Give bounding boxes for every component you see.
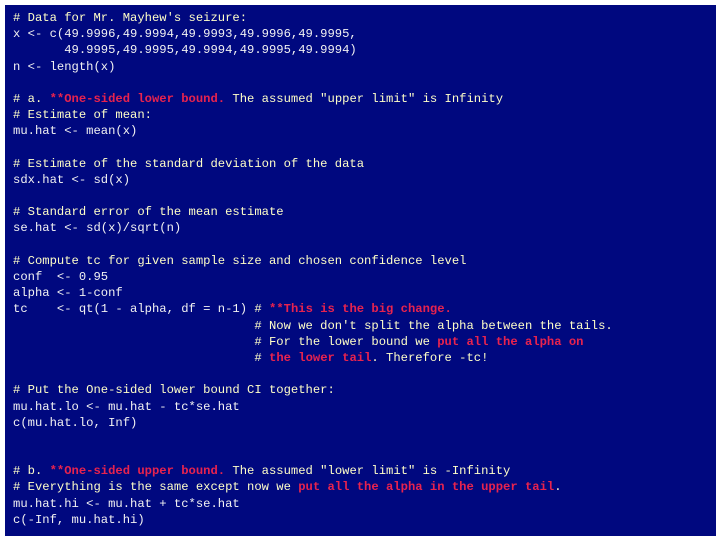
comment-text: The assumed "lower limit" is -Infinity [225,464,511,479]
comment-text: # [254,350,269,365]
code-line: # For the lower bound we put all the alp… [13,334,613,350]
code-line: # b. **One-sided upper bound. The assume… [13,463,613,479]
code-line: mu.hat <- mean(x) [13,123,613,139]
code-line: c(mu.hat.lo, Inf) [13,415,613,431]
comment-text: # a. [13,91,50,106]
code-text: alpha <- 1-conf [13,286,123,301]
comment-text: # Data for Mr. Mayhew's seizure: [13,11,248,25]
code-text: c(-Inf, mu.hat.hi) [13,512,145,527]
code-text: x <- c(49.9996,49.9994,49.9993,49.9996,4… [13,27,357,42]
code-text: mu.hat <- mean(x) [13,124,138,139]
r-code-block: # Data for Mr. Mayhew's seizure: x <- c(4… [13,10,613,528]
code-text: tc <- qt(1 - alpha, df = n-1) [13,302,255,317]
highlighted-text: **One-sided upper bound. [49,464,226,479]
highlighted-text: the lower tail [269,350,372,365]
highlighted-text: put all the alpha in the upper tail [298,480,555,495]
code-line: 49.9995,49.9995,49.9994,49.9995,49.9994) [13,42,613,58]
code-line: # Now we don't split the alpha between t… [13,318,613,334]
code-line: alpha <- 1-conf [13,285,613,301]
comment-text: # Put the One-sided lower bound CI toget… [13,383,335,398]
comment-text: The assumed "upper limit" is Infinity [225,91,504,106]
comment-text: . [554,480,562,495]
code-line: c(-Inf, mu.hat.hi) [13,512,613,528]
code-line: # Compute tc for given sample size and c… [13,253,613,269]
highlighted-text: **This is the big change. [269,302,452,317]
code-line: sdx.hat <- sd(x) [13,172,613,188]
comment-text: # b. [13,464,50,479]
code-line: tc <- qt(1 - alpha, df = n-1) # **This i… [13,301,613,317]
comment-text: # Standard error of the mean estimate [13,205,284,220]
comment-text: # Estimate of the standard deviation of … [13,156,365,171]
code-line: # Data for Mr. Mayhew's seizure: [13,10,613,26]
comment-text: # Estimate of mean: [13,108,152,123]
code-text: conf <- 0.95 [13,270,109,284]
code-line: conf <- 0.95 [13,269,613,285]
comment-text: # [254,302,269,317]
code-line: x <- c(49.9996,49.9994,49.9993,49.9996,4… [13,26,613,42]
comment-text: # Everything is the same except now we [13,480,299,495]
code-slide: # Data for Mr. Mayhew's seizure: x <- c(4… [5,5,716,536]
highlighted-text: **One-sided lower bound. [49,91,226,106]
comment-text: # Now we don't split the alpha between t… [254,318,613,333]
code-line: # the lower tail. Therefore -tc! [13,350,613,366]
code-text: sdx.hat <- sd(x) [13,172,131,187]
code-line: mu.hat.lo <- mu.hat - tc*se.hat [13,399,613,415]
code-line: # a. **One-sided lower bound. The assume… [13,91,613,107]
code-text: n <- length(x) [13,59,116,74]
code-line: # Estimate of the standard deviation of … [13,156,613,172]
code-line: # Put the One-sided lower bound CI toget… [13,382,613,398]
code-text: 49.9995,49.9995,49.9994,49.9995,49.9994) [13,43,357,58]
code-line: mu.hat.hi <- mu.hat + tc*se.hat [13,496,613,512]
code-line: # Everything is the same except now we p… [13,479,613,495]
code-line: n <- length(x) [13,59,613,75]
code-line: # Estimate of mean: [13,107,613,123]
comment-text: # For the lower bound we [254,334,438,349]
comment-text: . Therefore -tc! [371,350,489,365]
code-line: # Standard error of the mean estimate [13,204,613,220]
highlighted-text: put all the alpha on [437,334,584,349]
code-text: se.hat <- sd(x)/sqrt(n) [13,221,182,236]
code-text: c(mu.hat.lo, Inf) [13,415,138,430]
code-line: se.hat <- sd(x)/sqrt(n) [13,220,613,236]
comment-text: # Compute tc for given sample size and c… [13,253,467,268]
code-text: mu.hat.lo <- mu.hat - tc*se.hat [13,399,240,414]
code-text: mu.hat.hi <- mu.hat + tc*se.hat [13,496,240,511]
